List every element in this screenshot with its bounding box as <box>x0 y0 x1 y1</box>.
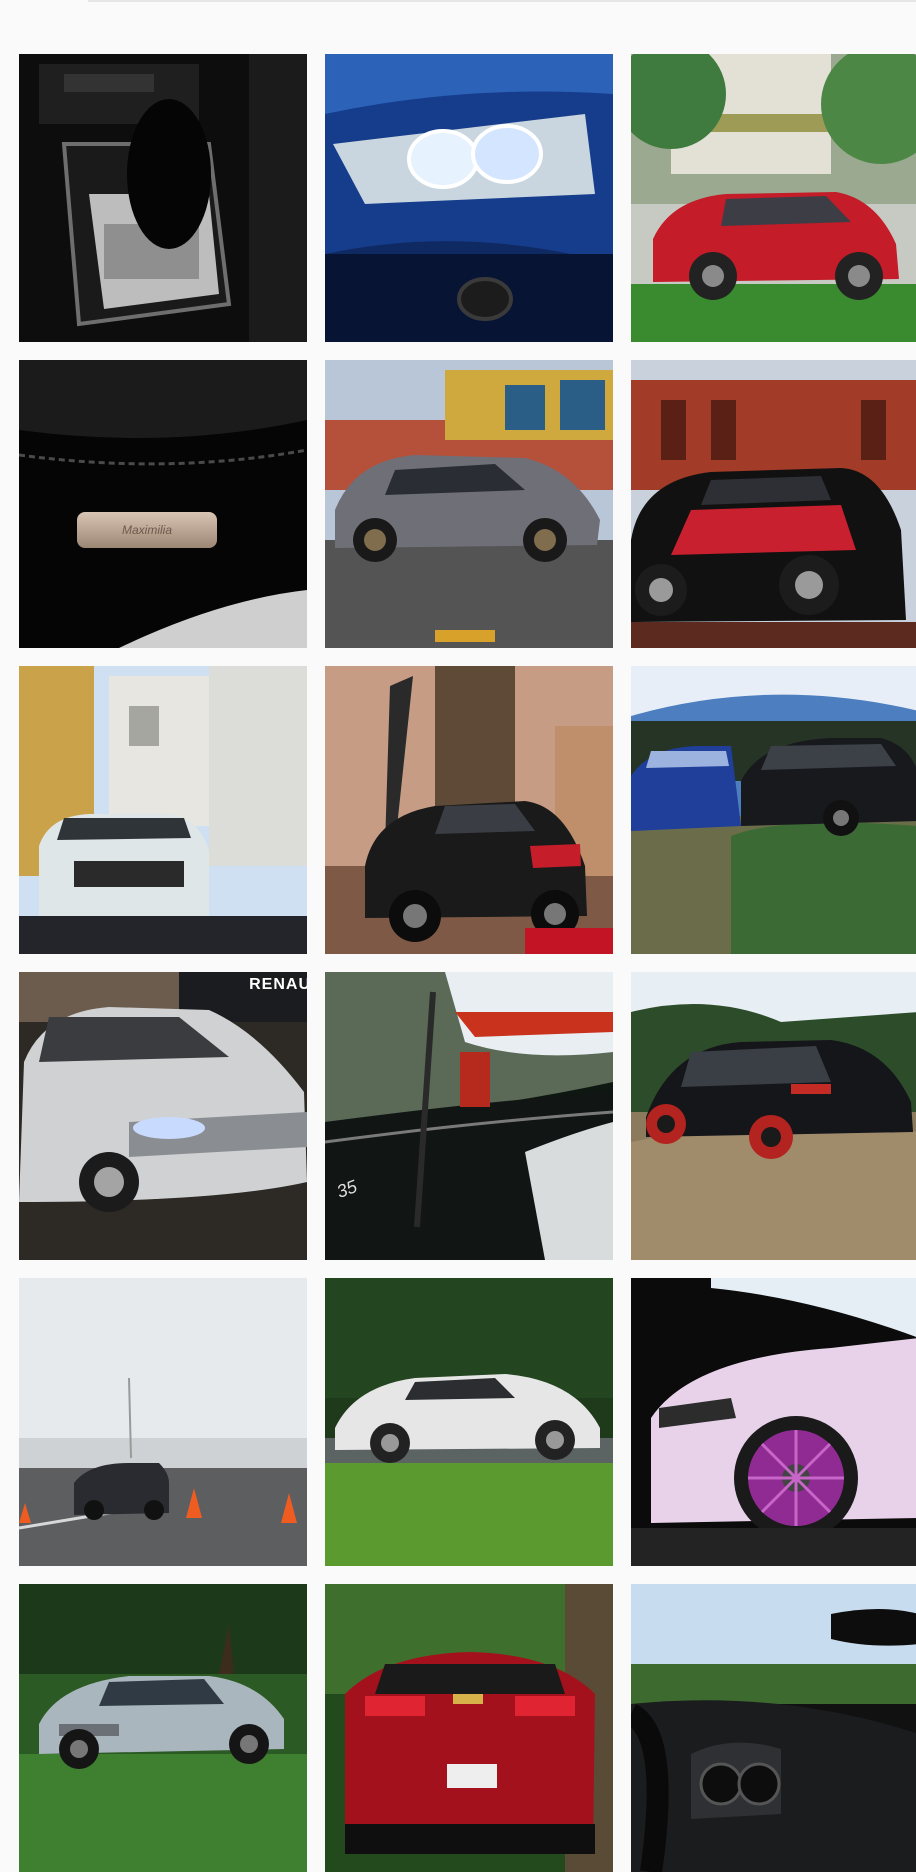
car-icon <box>325 1278 613 1566</box>
red-chevrolet-rear-photo[interactable] <box>325 1584 613 1872</box>
car-door-icon <box>325 972 613 1260</box>
gray-hatchback-photo[interactable] <box>325 360 613 648</box>
red-suv-photo[interactable] <box>631 54 916 342</box>
car-icon <box>325 1584 613 1872</box>
seat-icon <box>19 360 307 648</box>
renault-banner-text: RENAU <box>249 976 307 993</box>
white-renault-sedan-photo[interactable]: RENAU <box>19 972 307 1260</box>
silver-audi-park-photo[interactable] <box>19 1584 307 1872</box>
leather-seat-badge-photo[interactable]: Maximilia <box>19 360 307 648</box>
test-track-cones-photo[interactable] <box>19 1278 307 1566</box>
car-interior-icon <box>631 1584 916 1872</box>
car-interior-icon <box>19 54 307 342</box>
purple-wheel-sedan-photo[interactable] <box>631 1278 916 1566</box>
black-hatchback-red-wheels-photo[interactable] <box>631 972 916 1260</box>
white-smart-church-photo[interactable] <box>19 666 307 954</box>
car-icon <box>325 666 613 954</box>
car-icon <box>325 360 613 648</box>
car-wheel-icon <box>631 1278 916 1566</box>
blue-headlight-photo[interactable] <box>325 54 613 342</box>
car-icon <box>631 666 916 954</box>
car-icon <box>631 54 916 342</box>
white-coupe-lawn-photo[interactable] <box>325 1278 613 1566</box>
black-smart-red-carpet-photo[interactable] <box>325 666 613 954</box>
top-divider <box>88 0 916 2</box>
car-icon <box>19 666 307 954</box>
blue-and-black-smart-photo[interactable] <box>631 666 916 954</box>
photo-grid: Maximilia RENAU 35 <box>19 54 916 1872</box>
dashboard-view-photo[interactable] <box>631 1584 916 1872</box>
car-headlight-icon <box>325 54 613 342</box>
seat-badge-plate: Maximilia <box>77 512 217 548</box>
car-icon <box>19 1584 307 1872</box>
red-black-smart-photo[interactable] <box>631 360 916 648</box>
car-icon <box>19 1278 307 1566</box>
car-icon <box>19 972 307 1260</box>
car-icon <box>631 360 916 648</box>
gear-shift-console-photo[interactable] <box>19 54 307 342</box>
car-icon <box>631 972 916 1260</box>
car-door-reflection-photo[interactable]: 35 <box>325 972 613 1260</box>
